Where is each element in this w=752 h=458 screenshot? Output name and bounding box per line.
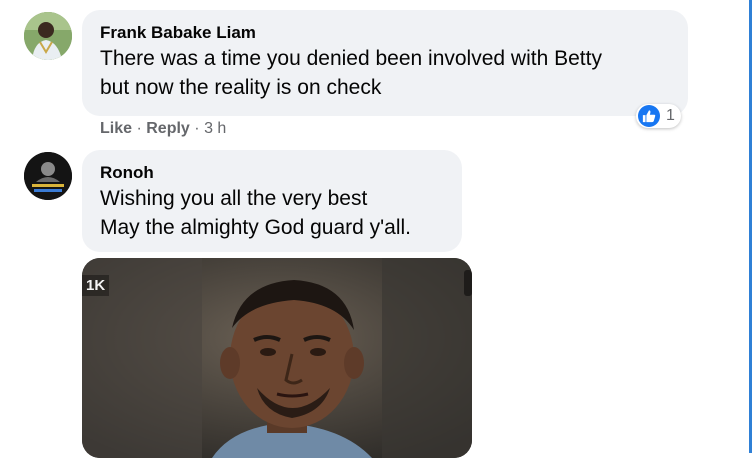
avatar[interactable]	[24, 152, 72, 200]
comment-text-line: Wishing you all the very best	[100, 187, 368, 210]
reaction-count: 1	[666, 107, 675, 124]
comment-actions: Like · Reply · 3 h	[100, 118, 226, 140]
separator: ·	[194, 120, 200, 137]
logo-avatar-icon	[24, 152, 72, 200]
comment-author[interactable]: Ronoh	[100, 162, 446, 184]
comment-text-line: There was a time you denied been involve…	[100, 47, 602, 70]
view-count-badge: 1K	[82, 275, 110, 296]
separator: ·	[136, 120, 142, 137]
thumbs-up-icon	[638, 105, 660, 127]
comment-image-attachment[interactable]: 1K	[82, 258, 472, 458]
comment-bubble: Ronoh Wishing you all the very best May …	[82, 150, 462, 252]
man-portrait-icon	[82, 258, 472, 458]
comment-author[interactable]: Frank Babake Liam	[100, 22, 672, 44]
person-photo-icon	[24, 12, 72, 60]
reply-button[interactable]: Reply	[146, 120, 190, 137]
comment-text-line: but now the reality is on check	[100, 76, 382, 99]
reaction-summary[interactable]: 1	[636, 104, 681, 128]
comment-timestamp[interactable]: 3 h	[204, 120, 226, 137]
like-button[interactable]: Like	[100, 120, 132, 137]
comment-text-line: May the almighty God guard y'all.	[100, 216, 411, 239]
comment-bubble: Frank Babake Liam There was a time you d…	[82, 10, 688, 116]
avatar[interactable]	[24, 12, 72, 60]
